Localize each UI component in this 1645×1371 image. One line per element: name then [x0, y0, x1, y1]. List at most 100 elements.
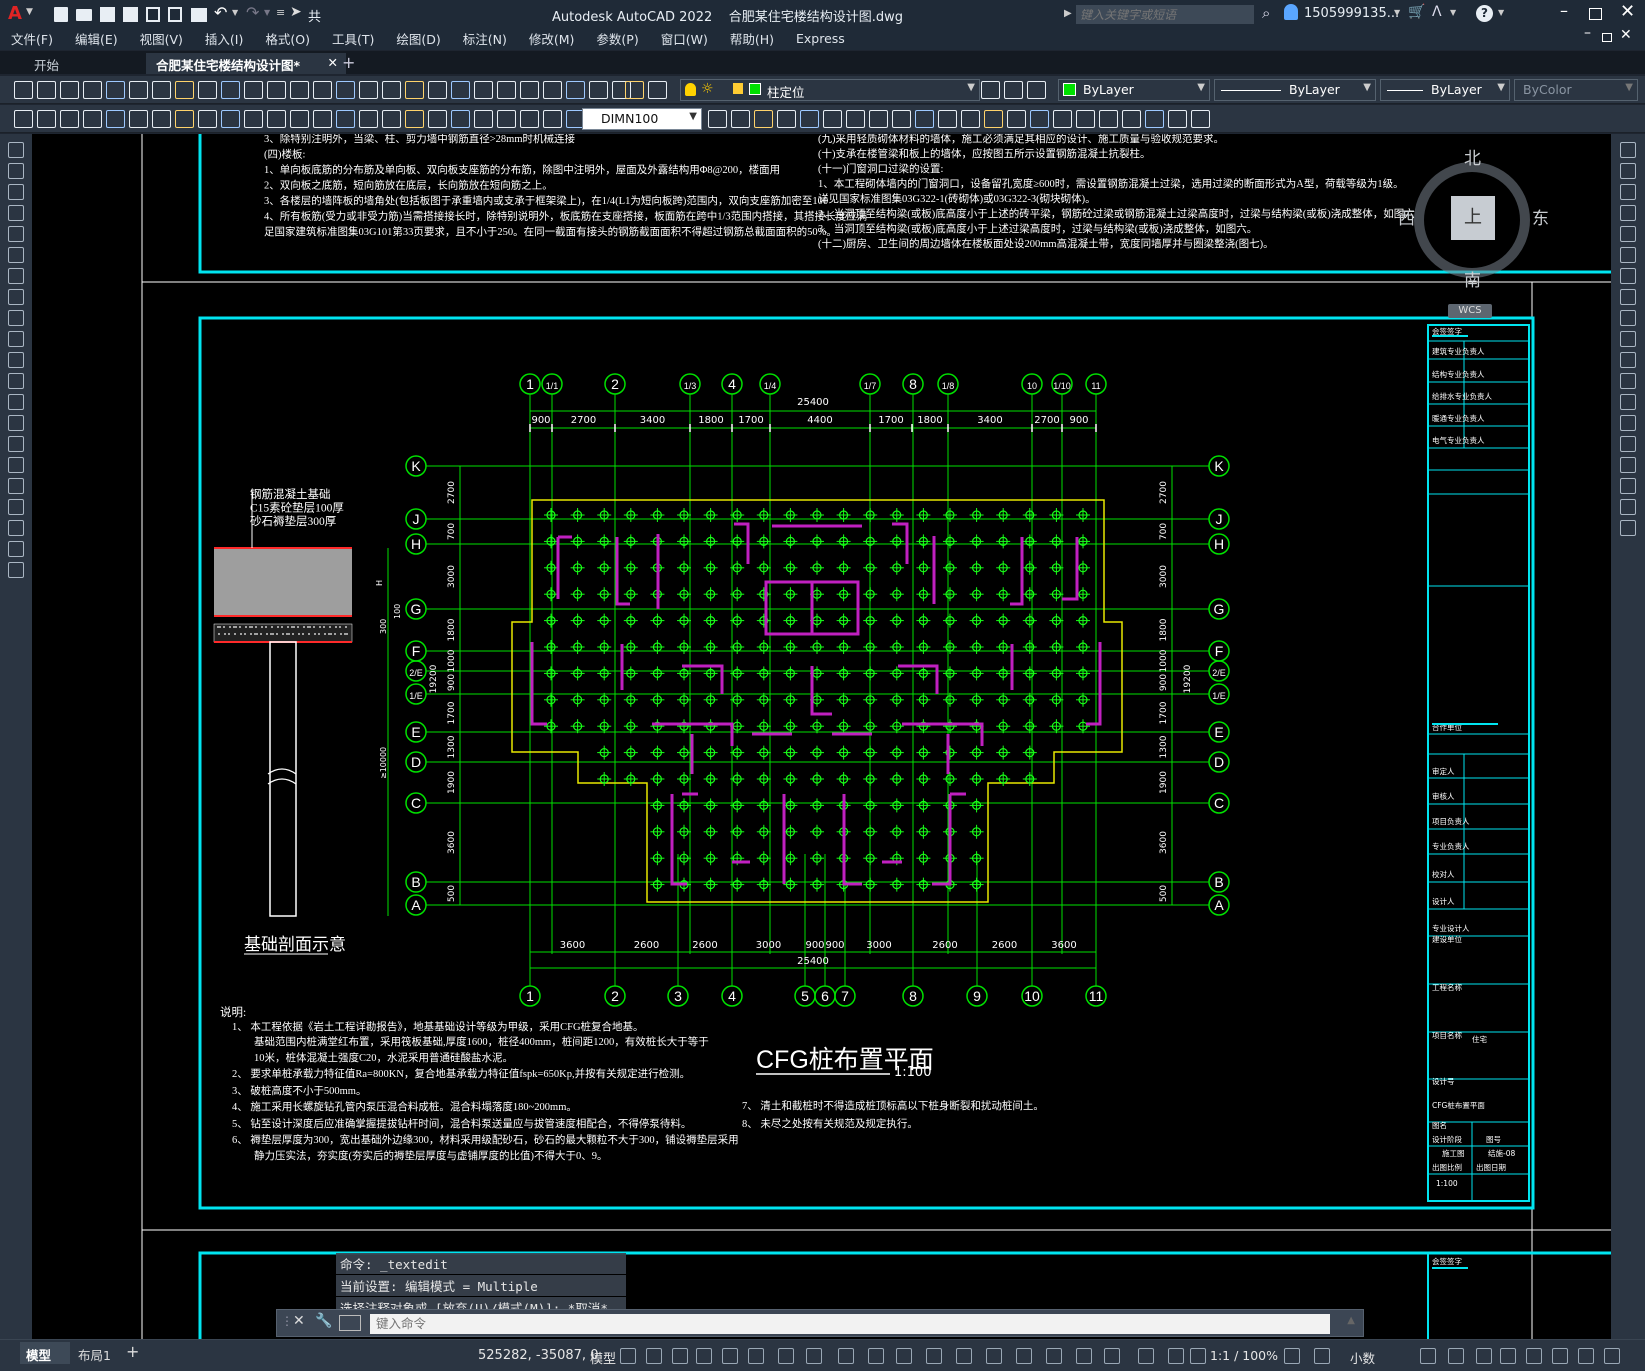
draw-tool-icon[interactable] [8, 394, 24, 410]
status-toggle-icon[interactable] [620, 1348, 636, 1364]
dimension-tool-icon[interactable] [708, 110, 727, 128]
dimstyle-combo[interactable]: DIMN100 ▼ [582, 108, 702, 130]
dimension-tool-icon[interactable] [800, 110, 819, 128]
status-toggle-icon[interactable] [722, 1348, 738, 1364]
dimension-tool-icon[interactable] [382, 110, 401, 128]
draw-tool-icon[interactable] [8, 205, 24, 221]
share-icon[interactable]: ➤ [290, 4, 302, 20]
draw-tool-icon[interactable] [8, 331, 24, 347]
status-toggle-icon[interactable] [1190, 1348, 1206, 1364]
dimension-tool-icon[interactable] [221, 110, 240, 128]
dimension-tool-icon[interactable] [152, 110, 171, 128]
status-tool-icon[interactable] [1578, 1348, 1594, 1364]
autocad-logo[interactable]: A [8, 3, 22, 24]
draw-tool-icon[interactable] [8, 457, 24, 473]
model-space-toggle[interactable]: 模型 [590, 1348, 616, 1367]
dimension-tool-icon[interactable] [754, 110, 773, 128]
viewcube[interactable]: 上 北 南 西 东 WCS [1396, 144, 1549, 318]
layout-tab-layout1[interactable]: 布局1 [72, 1342, 124, 1364]
close-icon[interactable]: ✕ [1620, 1, 1635, 22]
status-toggle-icon[interactable] [748, 1348, 764, 1364]
help-dropdown-icon[interactable]: ▼ [1498, 8, 1504, 17]
dimension-tool-icon[interactable] [474, 110, 493, 128]
dimension-tool-icon[interactable] [267, 110, 286, 128]
draw-tool-icon[interactable] [8, 289, 24, 305]
draw-tool-icon[interactable] [8, 499, 24, 515]
lineweight-dropdown-icon[interactable]: ▼ [1497, 82, 1505, 93]
modify-tool-icon[interactable] [1620, 478, 1636, 494]
status-tool-icon[interactable] [1500, 1348, 1516, 1364]
standard-tool-icon[interactable] [290, 81, 309, 99]
cmd-customize-icon[interactable]: 🔧 [315, 1313, 332, 1329]
status-toggle-icon[interactable] [1168, 1348, 1184, 1364]
standard-tool-icon[interactable] [543, 81, 562, 99]
linetype-combo[interactable]: ByLayer ▼ [1214, 79, 1376, 101]
menu-item-12[interactable]: Express [785, 31, 856, 46]
standard-tool-icon[interactable] [1004, 81, 1023, 99]
layer-dropdown-icon[interactable]: ▼ [967, 82, 975, 93]
standard-tool-icon[interactable] [566, 81, 585, 99]
modify-tool-icon[interactable] [1620, 247, 1636, 263]
draw-tool-icon[interactable] [8, 415, 24, 431]
dimension-tool-icon[interactable] [938, 110, 957, 128]
dimension-tool-icon[interactable] [290, 110, 309, 128]
modify-tool-icon[interactable] [1620, 457, 1636, 473]
standard-tool-icon[interactable] [589, 81, 608, 99]
tab-start[interactable]: 开始 [24, 53, 140, 74]
undo-dropdown-icon[interactable]: ▼ [232, 8, 238, 17]
search-expand-icon[interactable]: ▶ [1064, 8, 1072, 19]
status-toggle-icon[interactable] [1076, 1348, 1092, 1364]
draw-tool-icon[interactable] [8, 436, 24, 452]
dimstyle-dropdown-icon[interactable]: ▼ [689, 111, 697, 122]
dimension-tool-icon[interactable] [892, 110, 911, 128]
status-toggle-icon[interactable] [1016, 1348, 1032, 1364]
cmd-prompt-icon[interactable] [339, 1315, 361, 1331]
new-tab-icon[interactable]: + [342, 53, 355, 72]
standard-tool-icon[interactable] [14, 81, 33, 99]
standard-tool-icon[interactable] [359, 81, 378, 99]
user-icon[interactable] [1284, 4, 1298, 20]
draw-tool-icon[interactable] [8, 373, 24, 389]
search-icon[interactable]: ⌕ [1262, 4, 1270, 22]
draw-tool-icon[interactable] [8, 352, 24, 368]
dimension-tool-icon[interactable] [37, 110, 56, 128]
dimension-tool-icon[interactable] [106, 110, 125, 128]
standard-tool-icon[interactable] [244, 81, 263, 99]
modify-tool-icon[interactable] [1620, 142, 1636, 158]
standard-tool-icon[interactable] [625, 81, 644, 99]
viewcube-east[interactable]: 东 [1532, 204, 1549, 229]
annotation-scale[interactable]: 1:1 / 100% [1210, 1348, 1278, 1363]
menu-item-6[interactable]: 绘图(D) [385, 29, 451, 48]
modify-tool-icon[interactable] [1620, 163, 1636, 179]
open-icon[interactable] [76, 9, 92, 21]
redo-icon[interactable]: ↷ [246, 3, 259, 22]
search-input[interactable] [1076, 5, 1254, 24]
status-tool-icon[interactable] [1314, 1348, 1330, 1364]
standard-tool-icon[interactable] [198, 81, 217, 99]
standard-tool-icon[interactable] [382, 81, 401, 99]
status-toggle-icon[interactable] [868, 1348, 884, 1364]
dimension-tool-icon[interactable] [14, 110, 33, 128]
user-name[interactable]: 1505999135... [1304, 6, 1399, 21]
status-toggle-icon[interactable] [838, 1348, 854, 1364]
modify-tool-icon[interactable] [1620, 184, 1636, 200]
dimension-tool-icon[interactable] [1122, 110, 1141, 128]
status-toggle-icon[interactable] [986, 1348, 1002, 1364]
dimension-tool-icon[interactable] [1076, 110, 1095, 128]
status-toggle-icon[interactable] [806, 1348, 822, 1364]
status-toggle-icon[interactable] [696, 1348, 712, 1364]
dimension-tool-icon[interactable] [405, 110, 424, 128]
redo-dropdown-icon[interactable]: ▼ [264, 8, 270, 17]
help-icon[interactable]: ? [1476, 5, 1493, 22]
dimension-tool-icon[interactable] [1007, 110, 1026, 128]
status-tool-icon[interactable] [1526, 1348, 1542, 1364]
draw-tool-icon[interactable] [8, 268, 24, 284]
dimension-tool-icon[interactable] [1099, 110, 1118, 128]
status-toggle-icon[interactable] [926, 1348, 942, 1364]
status-tool-icon[interactable] [1420, 1348, 1436, 1364]
menu-item-1[interactable]: 编辑(E) [64, 29, 129, 48]
standard-tool-icon[interactable] [37, 81, 56, 99]
standard-tool-icon[interactable] [129, 81, 148, 99]
standard-tool-icon[interactable] [497, 81, 516, 99]
standard-tool-icon[interactable] [1027, 81, 1046, 99]
